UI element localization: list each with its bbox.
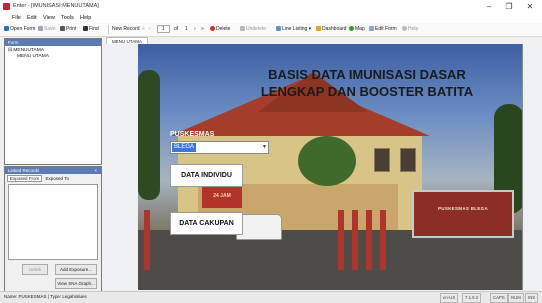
folder-icon xyxy=(4,26,9,31)
close-button[interactable]: ✕ xyxy=(521,1,539,12)
undelete-label: Undelete xyxy=(246,26,267,32)
close-pane-icon[interactable]: × xyxy=(94,167,97,174)
menu-bar: File Edit View Tools Help xyxy=(0,13,542,23)
puskesmas-sign-board: PUSKESMAS BLEGA xyxy=(412,190,514,238)
tab-exposed-to[interactable]: Exposed To xyxy=(44,176,71,181)
delete-icon xyxy=(210,26,215,31)
data-cakupan-button[interactable]: DATA CAKUPAN xyxy=(170,212,243,235)
page-title: BASIS DATA IMUNISASI DASAR LENGKAP DAN B… xyxy=(202,66,522,100)
minimize-button[interactable]: – xyxy=(480,1,498,12)
save-label: Save xyxy=(44,26,56,32)
line-listing-button[interactable]: Line Listing ▾ xyxy=(276,26,311,32)
title-line-2: LENGKAP DAN BOOSTER BATITA xyxy=(260,84,474,99)
linked-records-tabs: Exposed From Exposed To xyxy=(7,175,71,182)
help-button[interactable]: Help xyxy=(402,26,418,32)
menu-help[interactable]: Help xyxy=(80,15,91,21)
first-record-button[interactable]: « xyxy=(142,26,145,32)
toolbar: Open Form Save Print Find New Record « ‹… xyxy=(0,23,542,37)
of-label: of xyxy=(174,26,179,32)
status-bar: Name: PUSKESMAS | Type: LegalValues en-U… xyxy=(0,291,542,303)
tree-item-menu-utama[interactable]: MENU UTAMA xyxy=(17,54,49,59)
previous-record-button[interactable]: ‹ xyxy=(149,26,151,32)
record-number-field[interactable]: 1 xyxy=(157,25,170,33)
palm-tree xyxy=(298,136,356,186)
window-title: Enter - [IMUNISASI:MENUUTAMA] xyxy=(13,3,99,9)
form-canvas: 24 JAM PUSKESMAS BLEGA BASIS DATA IMUNIS… xyxy=(138,44,523,290)
table-icon xyxy=(276,26,281,31)
building-window xyxy=(400,148,416,172)
view-sna-graph-button[interactable]: View SNA Graph... xyxy=(55,278,97,289)
globe-icon xyxy=(349,26,354,31)
background-tree xyxy=(138,70,160,200)
form-icon xyxy=(369,26,374,31)
linked-records-title: Linked Records xyxy=(8,168,40,173)
delete-button[interactable]: Delete xyxy=(210,26,230,32)
save-button[interactable]: Save xyxy=(38,26,55,32)
app-icon xyxy=(3,3,10,10)
tree-item-menuutama[interactable]: ⊟ MENUUTAMA xyxy=(8,48,44,53)
map-button[interactable]: Map xyxy=(349,26,365,32)
puskesmas-selected-value: BLEGA xyxy=(172,143,197,152)
toolbar-separator xyxy=(108,25,109,34)
add-exposure-button[interactable]: Add Exposure... xyxy=(55,264,97,275)
edit-form-button[interactable]: Edit Form xyxy=(369,26,397,32)
status-field-info: Name: PUSKESMAS | Type: LegalValues xyxy=(4,294,87,299)
puskesmas-label: PUSKESMAS xyxy=(170,131,215,138)
record-total: 1 xyxy=(185,26,188,32)
unlink-button[interactable]: Unlink xyxy=(22,264,48,275)
fence-post xyxy=(380,210,386,270)
chevron-down-icon[interactable]: ▼ xyxy=(262,144,267,150)
help-label: Help xyxy=(408,26,419,32)
collapse-icon[interactable]: ⊟ xyxy=(8,48,12,53)
binoculars-icon xyxy=(83,26,88,31)
fence-post xyxy=(366,210,372,270)
last-record-button[interactable]: » xyxy=(201,26,204,32)
menu-view[interactable]: View xyxy=(43,15,55,21)
menu-edit[interactable]: Edit xyxy=(27,15,36,21)
find-button[interactable]: Find xyxy=(83,26,99,32)
printer-icon xyxy=(60,26,65,31)
save-icon xyxy=(38,26,43,31)
building-window xyxy=(374,148,390,172)
linked-records-list[interactable] xyxy=(8,184,98,260)
menu-file[interactable]: File xyxy=(12,15,21,21)
chart-icon xyxy=(316,26,321,31)
undelete-button[interactable]: Undelete xyxy=(240,26,266,32)
tree-item-label: MENUUTAMA xyxy=(13,48,44,53)
maximize-button[interactable]: ❐ xyxy=(500,1,518,12)
sign-board-text: PUSKESMAS BLEGA xyxy=(437,206,488,211)
tab-exposed-from[interactable]: Exposed From xyxy=(7,175,43,182)
line-listing-label: Line Listing xyxy=(282,26,308,32)
linked-records-header: Linked Records × xyxy=(5,167,101,174)
fence-post xyxy=(352,210,358,270)
open-form-button[interactable]: Open Form xyxy=(4,26,35,32)
delete-label: Delete xyxy=(216,26,231,32)
new-record-button[interactable]: New Record xyxy=(112,26,140,32)
next-record-button[interactable]: › xyxy=(194,26,196,32)
dashboard-label: Dashboard xyxy=(322,26,347,32)
map-label: Map xyxy=(355,26,365,32)
edit-form-label: Edit Form xyxy=(375,26,397,32)
print-button[interactable]: Print xyxy=(60,26,76,32)
fence-post xyxy=(144,210,150,270)
print-label: Print xyxy=(66,26,77,32)
gate-sign: 24 JAM xyxy=(202,184,242,208)
form-navigator-pane: Form ⊟ MENUUTAMA MENU UTAMA xyxy=(4,38,102,165)
title-bar: Enter - [IMUNISASI:MENUUTAMA] – ❐ ✕ xyxy=(0,0,542,13)
title-line-1: BASIS DATA IMUNISASI DASAR xyxy=(268,67,466,82)
undo-icon xyxy=(240,26,245,31)
puskesmas-select[interactable]: BLEGA ▼ xyxy=(170,141,269,154)
linked-records-pane: Linked Records × Exposed From Exposed To… xyxy=(4,166,102,292)
menu-tools[interactable]: Tools xyxy=(61,15,74,21)
help-icon xyxy=(402,26,407,31)
fence-post xyxy=(338,210,344,270)
dashboard-button[interactable]: Dashboard xyxy=(316,26,346,32)
data-individu-button[interactable]: DATA INDIVIDU xyxy=(170,164,243,187)
ground xyxy=(138,230,522,290)
open-form-label: Open Form xyxy=(10,26,36,32)
navigator-header: Form xyxy=(5,39,101,46)
find-label: Find xyxy=(89,26,99,32)
